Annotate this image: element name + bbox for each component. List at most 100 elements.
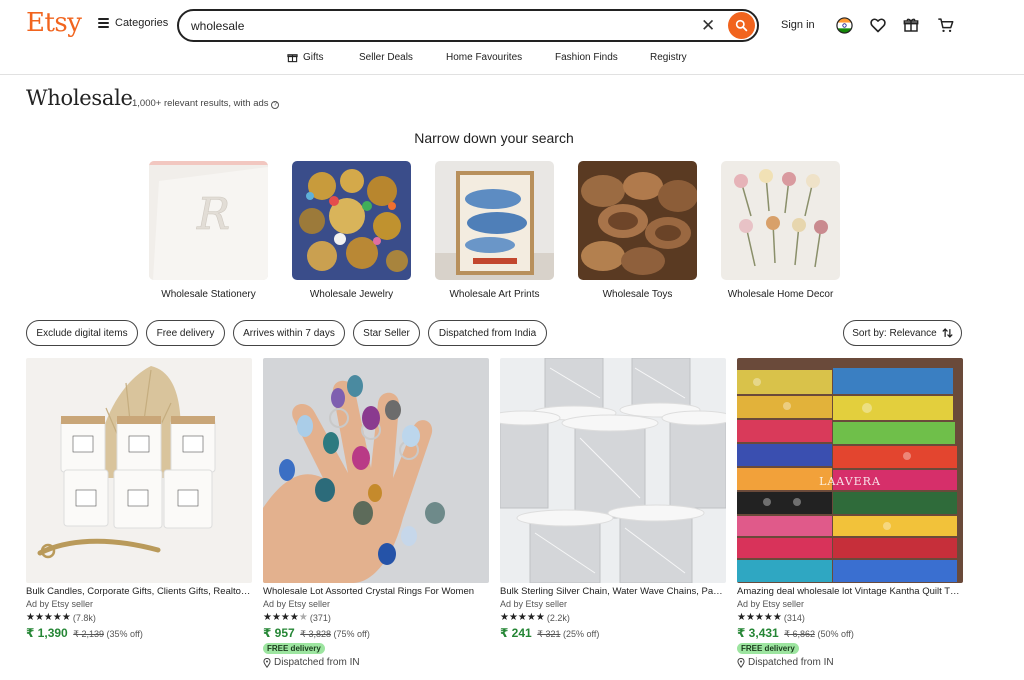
image-watermark: LAAVERA [819, 475, 881, 488]
price: ₹ 1,390 ₹ 2,139 (35% off) [26, 626, 143, 640]
gift-icon [287, 54, 298, 63]
filter-exclude-digital[interactable]: Exclude digital items [26, 320, 138, 346]
original-price: ₹ 321 [537, 629, 561, 639]
svg-text:R: R [196, 189, 230, 240]
search-input[interactable] [191, 16, 671, 36]
star-rating-icon: ★★★★★ [737, 612, 782, 623]
search-icon [735, 19, 748, 32]
rating: ★★★★★ (314) [737, 612, 805, 623]
price: ₹ 3,431 ₹ 6,862 (50% off) [737, 626, 854, 640]
dispatched-text: Dispatched from IN [748, 657, 834, 668]
ad-label: Ad by Etsy seller [737, 599, 805, 609]
sale-price: ₹ 241 [500, 626, 532, 640]
sort-dropdown[interactable]: Sort by: Relevance [843, 320, 962, 346]
category-image: R [149, 161, 268, 280]
free-delivery-badge: FREE delivery [737, 643, 799, 654]
sign-in-link[interactable]: Sign in [781, 19, 815, 31]
location-pin-icon [737, 657, 745, 668]
discount: (50% off) [817, 629, 854, 639]
rating-count: (314) [783, 612, 805, 623]
price: ₹ 957 ₹ 3,828 (75% off) [263, 626, 370, 640]
sort-icon [942, 328, 953, 338]
filter-dispatched-india[interactable]: Dispatched from India [428, 320, 547, 346]
dispatched-text: Dispatched from IN [274, 657, 360, 668]
listing-image[interactable]: LAAVERA [737, 358, 963, 583]
original-price: ₹ 6,862 [784, 629, 815, 639]
original-price: ₹ 2,139 [73, 629, 104, 639]
category-label: Wholesale Home Decor [727, 289, 834, 300]
clear-icon[interactable]: ✕ [701, 17, 715, 34]
search-bar: ✕ [177, 9, 759, 42]
listing-image[interactable] [500, 358, 726, 583]
category-image [435, 161, 554, 280]
category-tile-jewelry[interactable]: Wholesale Jewelry [292, 161, 411, 300]
info-icon[interactable]: ? [271, 101, 280, 109]
nav-gifts[interactable]: Gifts [287, 52, 324, 63]
nav-seller-deals[interactable]: Seller Deals [359, 52, 413, 63]
discount: (75% off) [333, 629, 370, 639]
secondary-nav: Gifts Seller Deals Home Favourites Fashi… [0, 52, 1024, 66]
sort-label: Sort by: Relevance [852, 327, 937, 339]
category-image [578, 161, 697, 280]
listing-title[interactable]: Wholesale Lot Assorted Crystal Rings For… [263, 586, 489, 597]
site-header: Etsy Categories ✕ Sign in [0, 0, 1024, 75]
nav-registry[interactable]: Registry [650, 52, 687, 63]
discount: (25% off) [563, 629, 600, 639]
cart-icon[interactable] [936, 16, 954, 34]
filter-free-delivery[interactable]: Free delivery [146, 320, 225, 346]
sale-price: ₹ 3,431 [737, 626, 779, 640]
filter-star-seller[interactable]: Star Seller [353, 320, 420, 346]
sale-price: ₹ 957 [263, 626, 295, 640]
price: ₹ 241 ₹ 321 (25% off) [500, 626, 599, 640]
listing-title[interactable]: Amazing deal wholesale lot Vintage Kanth… [737, 586, 963, 597]
results-text: 1,000+ relevant results, with ads [132, 98, 269, 109]
etsy-logo[interactable]: Etsy [26, 8, 82, 38]
category-image [721, 161, 840, 280]
nav-gifts-label: Gifts [303, 52, 324, 63]
ad-label: Ad by Etsy seller [263, 599, 331, 609]
rating-count: (2.2k) [546, 612, 570, 623]
ad-label: Ad by Etsy seller [26, 599, 94, 609]
categories-menu-button[interactable]: Categories [98, 17, 168, 29]
listing-card[interactable]: Bulk Candles, Corporate Gifts, Clients G… [26, 358, 252, 640]
listing-image[interactable] [26, 358, 252, 583]
star-rating-icon: ★★★★★ [500, 612, 545, 623]
ad-label: Ad by Etsy seller [500, 599, 568, 609]
gift-icon[interactable] [902, 16, 920, 34]
original-price: ₹ 3,828 [300, 629, 331, 639]
listing-image[interactable] [263, 358, 489, 583]
listing-card[interactable]: Bulk Sterling Silver Chain, Water Wave C… [500, 358, 726, 640]
rating-count: (371) [309, 612, 331, 623]
category-tile-stationery[interactable]: R Wholesale Stationery [149, 161, 268, 300]
narrow-heading: Narrow down your search [414, 130, 574, 146]
rating-count: (7.8k) [72, 612, 96, 623]
star-rating-icon: ★★★★★ [26, 612, 71, 623]
listing-card[interactable]: LAAVERA Amazing deal wholesale lot Vinta… [737, 358, 963, 668]
category-image [292, 161, 411, 280]
star-rating-icon: ★★★★★ [263, 612, 308, 623]
heart-icon[interactable] [869, 16, 887, 34]
india-flag-icon[interactable] [835, 16, 853, 34]
rating: ★★★★★ (2.2k) [500, 612, 570, 623]
listing-title[interactable]: Bulk Sterling Silver Chain, Water Wave C… [500, 586, 726, 597]
search-button[interactable] [728, 12, 755, 39]
location-pin-icon [263, 657, 271, 668]
filter-arrives-7-days[interactable]: Arrives within 7 days [233, 320, 345, 346]
free-delivery-badge: FREE delivery [263, 643, 325, 654]
results-count: 1,000+ relevant results, with ads ? [132, 98, 280, 109]
discount: (35% off) [106, 629, 143, 639]
dispatched-info: Dispatched from IN [263, 657, 360, 668]
rating: ★★★★★ (7.8k) [26, 612, 96, 623]
rating: ★★★★★ (371) [263, 612, 331, 623]
category-tile-toys[interactable]: Wholesale Toys [578, 161, 697, 300]
nav-fashion-finds[interactable]: Fashion Finds [555, 52, 618, 63]
listing-card[interactable]: Wholesale Lot Assorted Crystal Rings For… [263, 358, 489, 668]
category-tile-art-prints[interactable]: Wholesale Art Prints [435, 161, 554, 300]
category-tile-home-decor[interactable]: Wholesale Home Decor [721, 161, 840, 300]
hamburger-icon [98, 18, 109, 28]
page-title: Wholesale [26, 86, 133, 110]
nav-home-favourites[interactable]: Home Favourites [446, 52, 522, 63]
sale-price: ₹ 1,390 [26, 626, 68, 640]
listing-title[interactable]: Bulk Candles, Corporate Gifts, Clients G… [26, 586, 252, 597]
dispatched-info: Dispatched from IN [737, 657, 834, 668]
